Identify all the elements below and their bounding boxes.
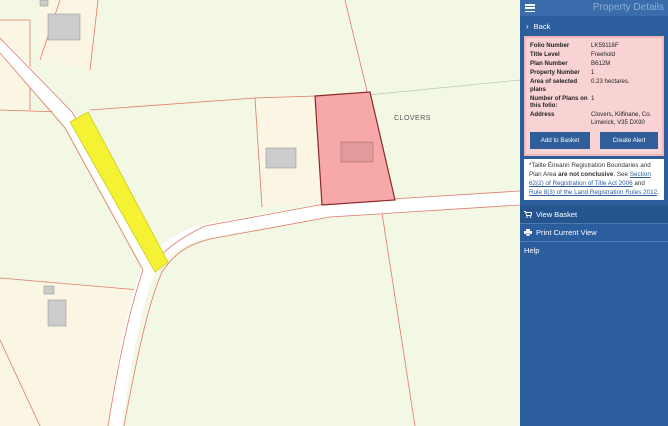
print-current-view-label: Print Current View (536, 228, 597, 237)
property-details-panel: Property Details › Back Folio Number LK5… (520, 0, 668, 426)
back-label: Back (533, 21, 551, 31)
plan-number-value: B612M (591, 60, 611, 67)
map-canvas[interactable] (0, 0, 520, 426)
building (47, 299, 67, 327)
townland-label: CLOVERS (394, 115, 431, 122)
plan-number-row: Plan Number B612M (530, 60, 658, 68)
area-value: 0.23 hectares. (591, 78, 630, 85)
action-buttons: Add to Basket Create Alert (530, 132, 658, 149)
number-of-plans-label: Number of Plans on this folio: (530, 94, 588, 110)
map-view[interactable]: CLOVERS (0, 0, 520, 426)
address-row: Address Clovers, Kilfinane, Co. Limerick… (530, 111, 658, 126)
property-number-label: Property Number (530, 69, 580, 76)
create-alert-button[interactable]: Create Alert (600, 132, 658, 149)
help-button[interactable]: Help (520, 241, 668, 259)
folio-number-value: LK59116F (591, 42, 619, 49)
help-label: Help (524, 246, 540, 255)
building (39, 0, 49, 7)
building (340, 141, 374, 163)
print-current-view-button[interactable]: Print Current View (520, 223, 668, 241)
chevron-right-icon: › (526, 21, 529, 31)
folio-number-row: Folio Number LK59116F (530, 42, 658, 50)
printer-icon (524, 229, 532, 236)
property-number-row: Property Number 1 (530, 69, 658, 77)
view-basket-label: View Basket (536, 209, 578, 219)
rule-8-link[interactable]: Rule 8(3) of the Land Registration Rules… (529, 189, 657, 196)
add-to-basket-button[interactable]: Add to Basket (530, 132, 590, 149)
disclaimer-bold: are not conclusive (558, 171, 614, 178)
boundary-disclaimer: *Tailte Éireann Registration Boundaries … (524, 159, 664, 200)
number-of-plans-row: Number of Plans on this folio: 1 (530, 95, 658, 110)
disclaimer-text: . See (613, 171, 630, 178)
address-label: Address (530, 111, 555, 118)
plan-number-label: Plan Number (530, 60, 568, 67)
title-level-label: Title Level (530, 51, 560, 58)
disclaimer-text: and (632, 180, 645, 187)
folio-number-label: Folio Number (530, 42, 570, 49)
title-level-row: Title Level Freehold (530, 51, 658, 59)
building (265, 147, 297, 169)
back-button[interactable]: › Back (520, 18, 668, 34)
area-label: Area of selected plans (530, 78, 578, 93)
hamburger-menu-icon[interactable] (524, 2, 536, 14)
panel-title: Property Details (592, 2, 664, 13)
property-details-box: Folio Number LK59116F Title Level Freeho… (524, 36, 664, 156)
shopping-cart-icon (524, 210, 532, 218)
building (43, 285, 55, 295)
property-number-value: 1 (591, 69, 595, 76)
address-value: Clovers, Kilfinane, Co. Limerick, V35 DX… (591, 111, 652, 126)
title-level-value: Freehold (591, 51, 616, 58)
panel-header: Property Details (520, 0, 668, 16)
number-of-plans-value: 1 (591, 94, 595, 102)
building (47, 13, 81, 41)
view-basket-button[interactable]: View Basket (520, 205, 668, 223)
disclaimer-text: . (657, 189, 659, 196)
area-row: Area of selected plans 0.23 hectares. (530, 78, 658, 93)
